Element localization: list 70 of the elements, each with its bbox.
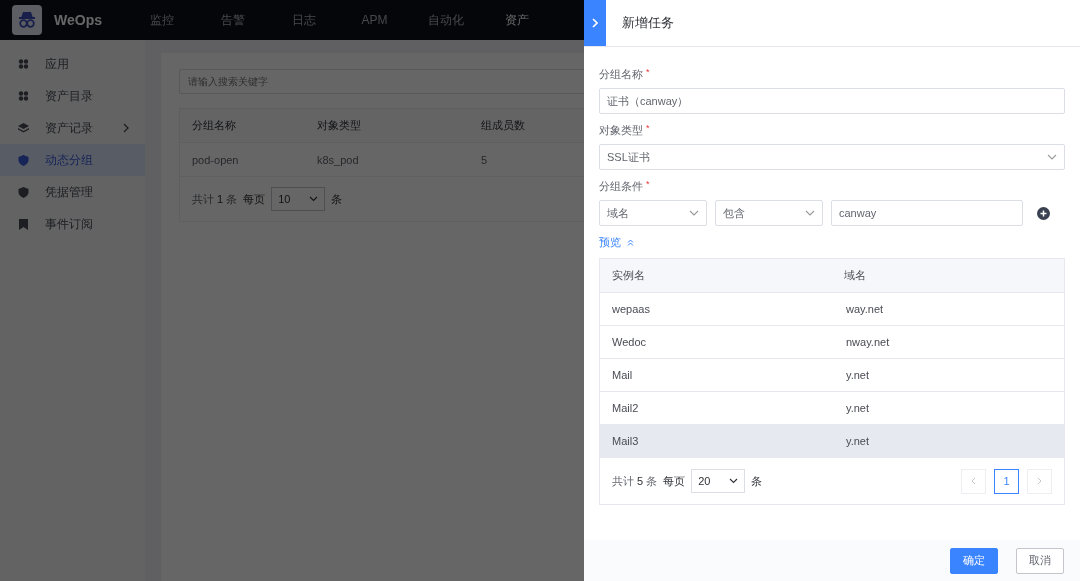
field-label: 分组名称: [599, 67, 643, 82]
table-cell-text: way.net: [845, 303, 885, 315]
table-cell-text: y.net: [845, 369, 871, 381]
input-field[interactable]: 证书（canway）: [599, 88, 1065, 114]
page-size-select[interactable]: 20: [691, 469, 746, 493]
preview-link[interactable]: 预览: [599, 235, 621, 250]
chevron-down-icon: [309, 196, 319, 202]
table-cell-text: 5: [480, 153, 489, 166]
add-icon[interactable]: [1037, 206, 1050, 220]
confirm-button[interactable]: 确定: [950, 547, 998, 574]
chevron-right-icon: [592, 18, 598, 28]
chevron-down-icon: [729, 478, 739, 484]
unit-label: 条: [751, 473, 763, 489]
nav-tab[interactable]: 资产: [481, 0, 552, 40]
required-mark: *: [646, 67, 650, 79]
nav-tab[interactable]: 日志: [268, 0, 339, 40]
chevron-down-icon: [1047, 154, 1057, 160]
table-cell-text: Mail3: [611, 435, 640, 447]
sidebar-item[interactable]: 应用: [0, 48, 145, 80]
sidebar-item[interactable]: 凭据管理: [0, 176, 145, 208]
shield-icon: [18, 154, 29, 166]
chevron-down-icon: [689, 210, 699, 216]
table-cell-text: Mail2: [611, 402, 640, 414]
column-header: 组成员数: [480, 118, 526, 133]
table-cell-text: y.net: [845, 435, 871, 447]
page-size-select[interactable]: 10: [271, 187, 326, 211]
bookmark-icon: [18, 218, 29, 230]
grid-icon: [18, 91, 29, 101]
chevron-down-icon: [805, 210, 815, 216]
input-field[interactable]: canway: [831, 200, 1023, 226]
select-field[interactable]: SSL证书: [599, 144, 1065, 170]
column-header: 实例名: [611, 268, 646, 283]
sidebar-item[interactable]: 动态分组: [0, 144, 145, 176]
field-label: 对象类型: [599, 123, 643, 138]
column-header: 域名: [843, 268, 867, 283]
field-label: 分组条件: [599, 179, 643, 194]
chevron-left-icon: [971, 477, 976, 485]
sidebar-item[interactable]: 资产目录: [0, 80, 145, 112]
chevron-right-icon: [1037, 477, 1042, 485]
grid-icon: [18, 59, 29, 69]
column-header: 对象类型: [316, 118, 362, 133]
sidebar-item[interactable]: 事件订阅: [0, 208, 145, 240]
unit-label: 条: [331, 191, 343, 207]
drawer-title: 新增任务: [622, 14, 674, 32]
table-cell-text: Mail: [611, 369, 634, 381]
sidebar-item[interactable]: 资产记录: [0, 112, 145, 144]
required-mark: *: [646, 179, 650, 191]
table-cell-text: nway.net: [845, 336, 891, 348]
shield-icon: [18, 186, 29, 198]
table-cell-text: y.net: [845, 402, 871, 414]
column-header: 分组名称: [191, 118, 237, 133]
total-count: 共计 5 条: [612, 473, 658, 489]
table-cell-text: wepaas: [611, 303, 651, 315]
chevron-right-icon: [123, 123, 129, 133]
select-field[interactable]: 域名: [599, 200, 707, 226]
table-cell-text: Wedoc: [611, 336, 648, 348]
table-cell-text: k8s_pod: [316, 153, 360, 166]
select-field[interactable]: 包含: [715, 200, 823, 226]
per-page-label: 每页: [243, 191, 266, 207]
per-page-label: 每页: [663, 473, 686, 489]
required-mark: *: [646, 123, 650, 135]
app-name: WeOps: [54, 12, 103, 28]
collapse-button[interactable]: [584, 0, 606, 46]
page-button[interactable]: 1: [994, 468, 1019, 494]
nav-tab[interactable]: APM: [339, 0, 410, 40]
layers-icon: [18, 123, 29, 133]
double-chevron-up-icon[interactable]: [627, 239, 634, 246]
logo-icon: [12, 5, 42, 35]
cancel-button[interactable]: 取消: [1016, 547, 1064, 574]
table-cell-text: pod-open: [191, 153, 240, 166]
